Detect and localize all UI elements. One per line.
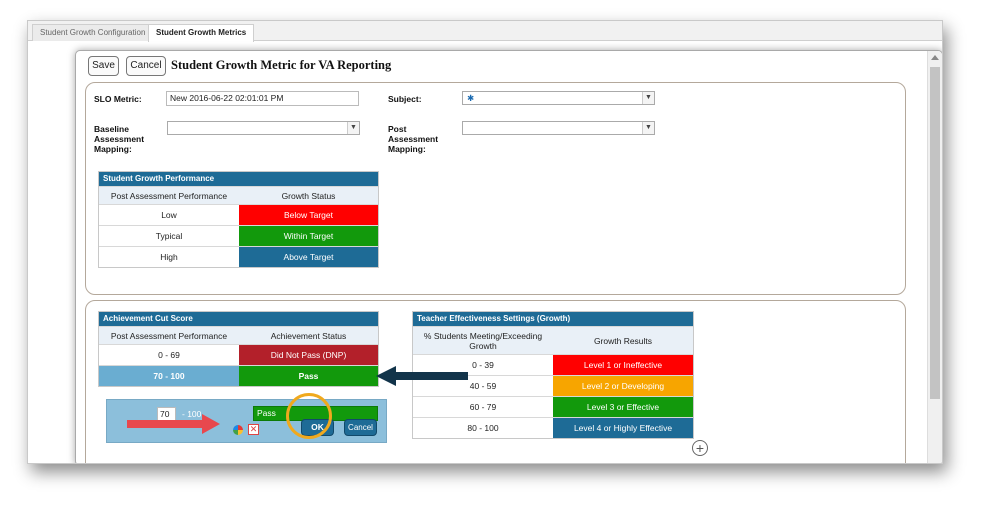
table-header-row: Post Assessment Performance Achievement … [99, 326, 378, 344]
post-mapping-select[interactable]: ▼ [462, 121, 655, 135]
editor-cancel-button[interactable]: Cancel [344, 419, 377, 436]
table-title: Student Growth Performance [99, 172, 378, 186]
add-row-plus-icon[interactable]: + [692, 440, 708, 456]
baseline-mapping-select[interactable]: ▼ [167, 121, 360, 135]
growth-result-cell[interactable]: Level 3 or Effective [553, 397, 693, 417]
metric-dialog: Save Cancel Student Growth Metric for VA… [75, 50, 942, 463]
table-header-row: % Students Meeting/Exceeding Growth Grow… [413, 326, 693, 354]
post-mapping-label: Post Assessment Mapping: [388, 124, 439, 154]
table-row-selected[interactable]: 70 - 100 Pass [99, 365, 378, 386]
ok-highlight-circle [286, 393, 332, 439]
achievement-status-cell[interactable]: Pass [239, 366, 378, 386]
table-title: Teacher Effectiveness Settings (Growth) [413, 312, 693, 326]
column-header: Post Assessment Performance [99, 327, 239, 344]
color-picker-icon[interactable] [233, 425, 243, 435]
growth-result-cell[interactable]: Level 4 or Highly Effective [553, 418, 693, 438]
performance-cell: Low [161, 210, 177, 220]
dialog-title: Student Growth Metric for VA Reporting [171, 58, 392, 72]
column-header: Growth Results [553, 327, 693, 354]
table-row: High Above Target [99, 246, 378, 267]
table-row: 0 - 69 Did Not Pass (DNP) [99, 344, 378, 365]
range-cell: 0 - 69 [158, 350, 180, 360]
tab-student-growth-configuration[interactable]: Student Growth Configuration [32, 24, 154, 41]
growth-status-cell[interactable]: Within Target [239, 226, 378, 246]
metric-settings-panel: SLO Metric: New 2016-06-22 02:01:01 PM S… [85, 82, 906, 295]
range-cell: 60 - 79 [469, 402, 497, 412]
cancel-button[interactable]: Cancel [126, 56, 166, 76]
subject-select[interactable]: ✱ ▼ [462, 91, 655, 105]
growth-status-cell[interactable]: Above Target [239, 247, 378, 267]
table-title: Achievement Cut Score [99, 312, 378, 326]
student-growth-performance-table: Student Growth Performance Post Assessme… [98, 171, 379, 268]
column-header: Growth Status [239, 187, 378, 204]
scoring-settings-panel: Achievement Cut Score Post Assessment Pe… [85, 300, 906, 463]
callout-arrow-red-icon [127, 414, 220, 434]
range-cell: 80 - 100 [467, 423, 499, 433]
column-header: Post Assessment Performance [99, 187, 239, 204]
performance-cell: Typical [155, 231, 183, 241]
baseline-mapping-label: Baseline Assessment Mapping: [94, 124, 145, 154]
performance-cell: High [160, 252, 178, 262]
growth-status-cell[interactable]: Below Target [239, 205, 378, 225]
subject-value: ✱ [467, 93, 475, 103]
achievement-status-cell[interactable]: Did Not Pass (DNP) [239, 345, 378, 365]
achievement-cut-score-table: Achievement Cut Score Post Assessment Pe… [98, 311, 379, 387]
chevron-down-icon[interactable]: ▼ [642, 122, 654, 134]
subject-label: Subject: [388, 94, 422, 104]
table-row: 80 - 100 Level 4 or Highly Effective [413, 417, 693, 438]
slo-metric-label: SLO Metric: [94, 94, 142, 104]
vertical-scrollbar[interactable] [927, 51, 942, 463]
table-row: Low Below Target [99, 204, 378, 225]
delete-icon[interactable]: ✕ [248, 424, 259, 435]
scroll-up-arrow-icon[interactable] [931, 55, 939, 60]
scroll-thumb[interactable] [930, 67, 940, 399]
table-header-row: Post Assessment Performance Growth Statu… [99, 186, 378, 204]
column-header: Achievement Status [239, 327, 378, 344]
tab-strip: Student Growth Configuration Student Gro… [28, 21, 942, 42]
app-window: Student Growth Configuration Student Gro… [27, 20, 943, 464]
growth-result-cell[interactable]: Level 1 or Ineffective [553, 355, 693, 375]
table-row: 60 - 79 Level 3 or Effective [413, 396, 693, 417]
range-cell[interactable]: 70 - 100 [99, 366, 239, 386]
table-row: Typical Within Target [99, 225, 378, 246]
tab-student-growth-metrics[interactable]: Student Growth Metrics [148, 24, 255, 42]
column-header: % Students Meeting/Exceeding Growth [413, 327, 553, 354]
slo-metric-input[interactable]: New 2016-06-22 02:01:01 PM [166, 91, 359, 106]
growth-result-cell[interactable]: Level 2 or Developing [553, 376, 693, 396]
callout-arrow-dark-icon [376, 366, 468, 386]
chevron-down-icon[interactable]: ▼ [347, 122, 359, 134]
chevron-down-icon[interactable]: ▼ [642, 92, 654, 104]
save-button[interactable]: Save [88, 56, 119, 76]
